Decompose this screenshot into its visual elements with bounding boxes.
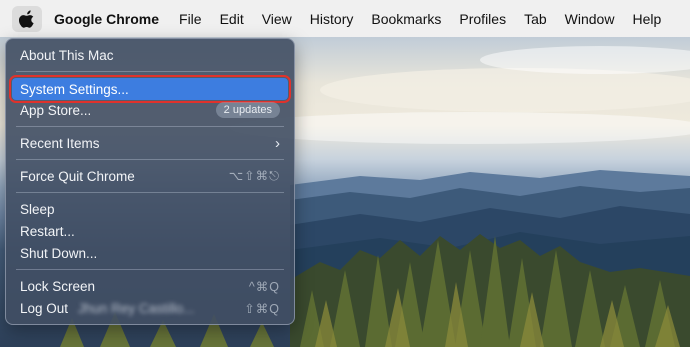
menu-item-app-store[interactable]: App Store... 2 updates xyxy=(12,99,288,121)
apple-menu-dropdown: About This Mac System Settings... App St… xyxy=(5,38,295,325)
active-app-menu[interactable]: Google Chrome xyxy=(54,11,159,27)
menu-item-label: System Settings... xyxy=(20,81,129,97)
chevron-right-icon: › xyxy=(275,134,280,152)
menu-item-system-settings[interactable]: System Settings... xyxy=(9,75,291,103)
menu-item-restart[interactable]: Restart... xyxy=(12,220,288,242)
menu-item-force-quit[interactable]: Force Quit Chrome ⌥⇧⌘⎋ xyxy=(12,165,288,187)
keyboard-shortcut: ⌥⇧⌘⎋ xyxy=(228,169,280,183)
menu-item-shut-down[interactable]: Shut Down... xyxy=(12,242,288,264)
menu-separator xyxy=(16,71,284,72)
menu-bookmarks[interactable]: Bookmarks xyxy=(362,11,450,27)
menu-item-label: About This Mac xyxy=(20,47,114,63)
menu-separator xyxy=(16,192,284,193)
menu-view[interactable]: View xyxy=(253,11,301,27)
menu-history[interactable]: History xyxy=(301,11,363,27)
menu-item-label: Shut Down... xyxy=(20,245,98,261)
menu-tab[interactable]: Tab xyxy=(515,11,556,27)
menu-item-label: Lock Screen xyxy=(20,278,96,294)
menu-separator xyxy=(16,269,284,270)
menu-file[interactable]: File xyxy=(170,11,211,27)
menu-bar: Google Chrome File Edit View History Boo… xyxy=(0,0,690,37)
menu-separator xyxy=(16,159,284,160)
menu-item-label: Recent Items xyxy=(20,135,100,151)
keyboard-shortcut: ⇧⌘Q xyxy=(244,301,280,316)
menu-item-log-out[interactable]: Log Out Jhun Rey Castillo... ⇧⌘Q xyxy=(12,297,288,319)
menu-item-recent-items[interactable]: Recent Items › xyxy=(12,132,288,154)
menu-item-label: Log Out xyxy=(20,300,69,316)
menu-edit[interactable]: Edit xyxy=(211,11,253,27)
menu-help[interactable]: Help xyxy=(623,11,670,27)
menu-item-label: Sleep xyxy=(20,201,55,217)
menu-window[interactable]: Window xyxy=(556,11,624,27)
menu-profiles[interactable]: Profiles xyxy=(450,11,515,27)
menu-item-label: Force Quit Chrome xyxy=(20,168,135,184)
menu-item-lock-screen[interactable]: Lock Screen ^⌘Q xyxy=(12,275,288,297)
menu-item-about-this-mac[interactable]: About This Mac xyxy=(12,44,288,66)
apple-logo-icon xyxy=(19,9,34,28)
updates-badge: 2 updates xyxy=(215,102,280,118)
menu-item-sleep[interactable]: Sleep xyxy=(12,198,288,220)
user-name-redacted: Jhun Rey Castillo... xyxy=(78,300,195,316)
keyboard-shortcut: ^⌘Q xyxy=(248,279,280,294)
menu-item-label: App Store... xyxy=(20,102,92,118)
menu-separator xyxy=(16,126,284,127)
apple-menu-button[interactable] xyxy=(12,5,42,32)
menu-item-label: Restart... xyxy=(20,223,75,239)
